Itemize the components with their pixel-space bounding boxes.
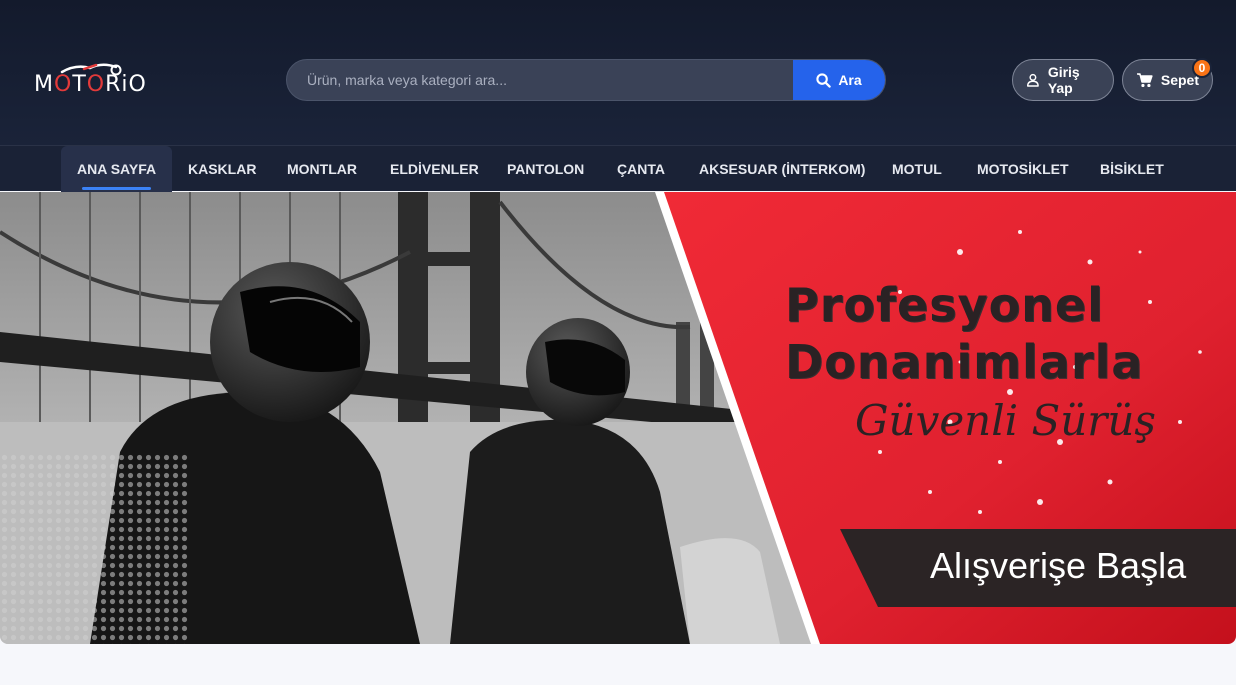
banner-tagline: Güvenli Sürüş — [855, 396, 1156, 445]
login-button[interactable]: Giriş Yap — [1012, 59, 1114, 101]
header: MOTORiO Ara Giriş Yap Sepet 0 — [0, 0, 1236, 145]
search-bar: Ara — [286, 59, 886, 101]
nav-item-canta[interactable]: ÇANTA — [617, 146, 665, 192]
hero-banner[interactable]: Profesyonel Donanimlarla Güvenli Sürüş A… — [0, 192, 1236, 644]
nav-item-kasklar[interactable]: KASKLAR — [188, 146, 256, 192]
main-nav: ANA SAYFA KASKLAR MONTLAR ELDİVENLER PAN… — [0, 145, 1236, 192]
nav-item-bisiklet[interactable]: BİSİKLET — [1100, 146, 1164, 192]
nav-item-eldivenler[interactable]: ELDİVENLER — [390, 146, 479, 192]
nav-item-motosiklet[interactable]: MOTOSİKLET — [977, 146, 1069, 192]
banner-headline-2: Donanimlarla — [785, 335, 1144, 389]
search-input[interactable] — [287, 60, 795, 100]
cart-count-badge: 0 — [1192, 58, 1212, 78]
nav-item-motul[interactable]: MOTUL — [892, 146, 942, 192]
nav-item-montlar[interactable]: MONTLAR — [287, 146, 357, 192]
search-icon — [816, 72, 832, 88]
cart-button[interactable]: Sepet 0 — [1122, 58, 1213, 101]
search-button-label: Ara — [838, 72, 862, 88]
cart-label: Sepet — [1160, 72, 1199, 88]
login-label: Giriş Yap — [1047, 64, 1080, 96]
shop-now-cta[interactable]: Alışverişe Başla — [930, 545, 1186, 587]
banner-headline-1: Profesyonel — [785, 278, 1104, 332]
nav-item-pantolon[interactable]: PANTOLON — [507, 146, 584, 192]
search-button[interactable]: Ara — [793, 60, 885, 100]
user-icon — [1026, 73, 1039, 87]
site-logo[interactable]: MOTORiO — [34, 60, 152, 104]
nav-item-aksesuar[interactable]: AKSESUAR (İNTERKOM) — [699, 146, 865, 192]
nav-item-ana-sayfa[interactable]: ANA SAYFA — [61, 146, 173, 192]
cart-icon — [1136, 73, 1153, 88]
logo-wordmark: MOTORiO — [34, 72, 147, 97]
